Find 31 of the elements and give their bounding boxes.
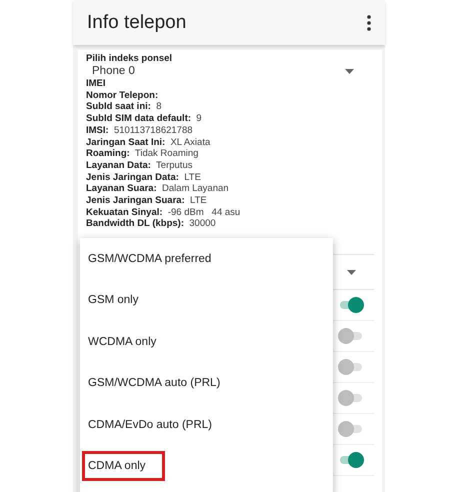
info-line: Layanan Suara: Dalam Layanan xyxy=(86,183,230,196)
toggle-switch[interactable] xyxy=(338,297,362,314)
info-line: Bandwidth DL (kbps): 30000 xyxy=(86,218,217,230)
info-line: Roaming: Tidak Roaming xyxy=(86,148,200,160)
more-options-icon[interactable] xyxy=(367,14,371,30)
info-line: Nomor Telepon: xyxy=(86,90,160,102)
info-line: IMEI xyxy=(86,78,107,90)
toggle-switch[interactable] xyxy=(338,328,362,344)
toggle-switch[interactable] xyxy=(338,359,362,376)
menu-option[interactable]: WCDMA only xyxy=(82,326,162,357)
toggle-switch[interactable] xyxy=(338,390,362,406)
info-line: Kekuatan Sinyal: -96 dBm 44 asu xyxy=(86,206,242,218)
toggle-switch[interactable] xyxy=(338,452,362,468)
phone-index-label: Pilih indeks ponsel xyxy=(86,53,174,64)
info-line: Jenis Jaringan Data: LTE xyxy=(86,172,202,184)
info-line: SubId saat ini: 8 xyxy=(86,101,162,114)
info-line: Jaringan Saat Ini: XL Axiata xyxy=(86,136,212,148)
toggle-switch[interactable] xyxy=(338,421,362,438)
info-line: Jenis Jaringan Suara: LTE xyxy=(86,195,208,207)
dropdown-arrow-icon xyxy=(345,68,354,74)
phone-index-dropdown[interactable]: Phone 0 xyxy=(86,64,374,78)
menu-option[interactable]: CDMA/EvDo auto (PRL) xyxy=(82,410,218,440)
info-line: IMSI: 510113718621788 xyxy=(86,124,194,137)
dropdown-arrow-icon[interactable] xyxy=(347,270,356,275)
app-title: Info telepon xyxy=(87,12,186,34)
menu-option[interactable]: GSM/WCDMA auto (PRL) xyxy=(82,368,226,398)
menu-option[interactable]: GSM only xyxy=(82,285,144,316)
menu-option[interactable]: GSM/WCDMA preferred xyxy=(82,244,218,274)
info-line: SubId SIM data default: 9 xyxy=(86,113,203,125)
menu-option[interactable]: CDMA only xyxy=(82,451,165,482)
info-line: Layanan Data: Terputus xyxy=(86,160,194,172)
